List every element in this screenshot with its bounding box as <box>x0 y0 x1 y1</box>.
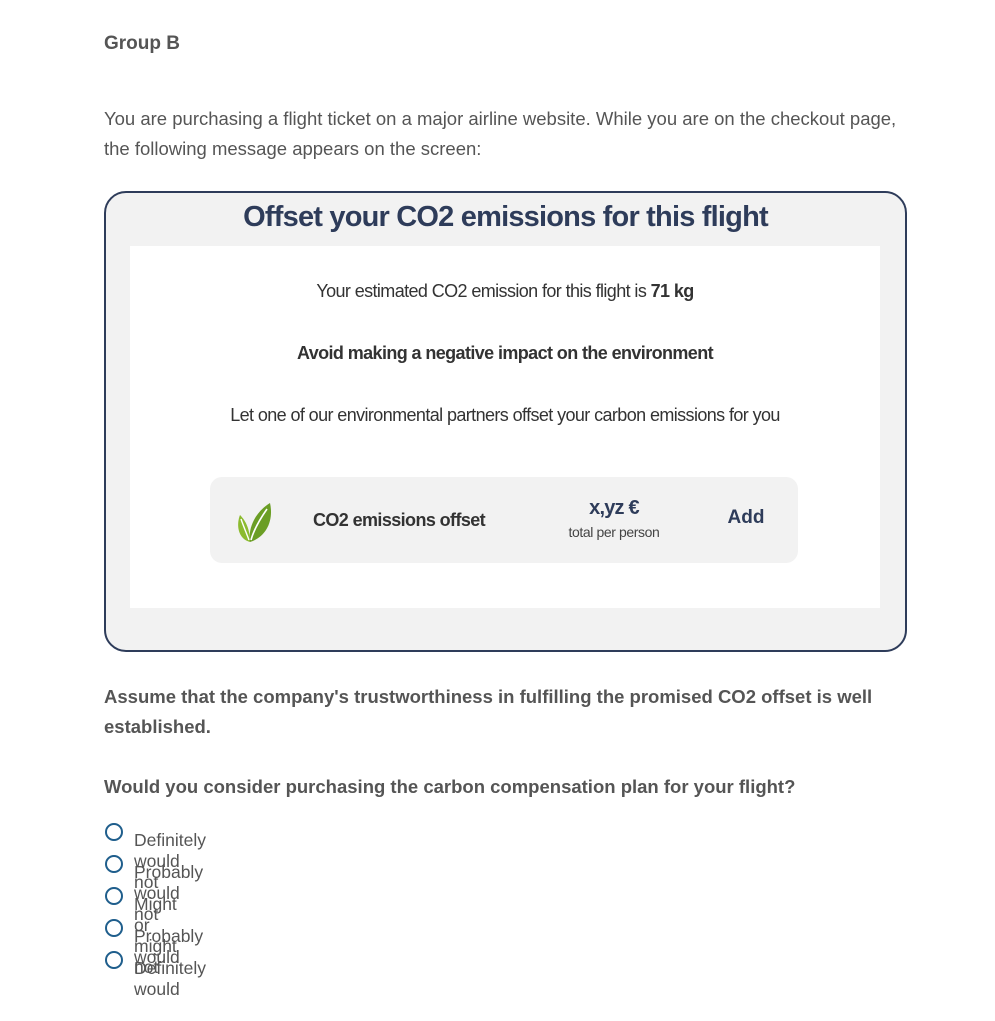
offset-offer-row: CO2 emissions offset x,yz € total per pe… <box>210 477 798 563</box>
scenario-intro-text: You are purchasing a flight ticket on a … <box>104 108 897 159</box>
card-title: Offset your CO2 emissions for this fligh… <box>243 201 769 233</box>
survey-question: Would you consider purchasing the carbon… <box>104 776 796 797</box>
option-label: Definitely would <box>134 958 206 999</box>
leaf-icon <box>238 503 272 542</box>
emission-estimate-text: Your estimated CO2 emission for this fli… <box>130 281 880 302</box>
emission-estimate-prefix: Your estimated CO2 emission for this fli… <box>316 281 651 301</box>
radio-button[interactable] <box>105 823 123 841</box>
radio-button[interactable] <box>105 887 123 905</box>
environment-tagline: Avoid making a negative impact on the en… <box>296 343 714 363</box>
offset-offer-label: CO2 emissions offset <box>313 510 486 530</box>
emission-estimate-value: 71 kg <box>650 281 695 301</box>
offset-price-note: total per person <box>568 524 660 540</box>
add-offset-button[interactable]: Add <box>710 507 782 529</box>
radio-button[interactable] <box>105 951 123 969</box>
trust-assumption-text: Assume that the company's trustworthines… <box>104 686 873 737</box>
radio-button[interactable] <box>105 855 123 873</box>
co2-offset-card: Offset your CO2 emissions for this fligh… <box>104 191 907 652</box>
offset-price: x,yz € <box>589 497 639 519</box>
partners-text: Let one of our environmental partners of… <box>230 405 780 425</box>
radio-button[interactable] <box>105 919 123 937</box>
group-title: Group B <box>104 33 180 54</box>
card-content-panel: Your estimated CO2 emission for this fli… <box>130 246 880 608</box>
